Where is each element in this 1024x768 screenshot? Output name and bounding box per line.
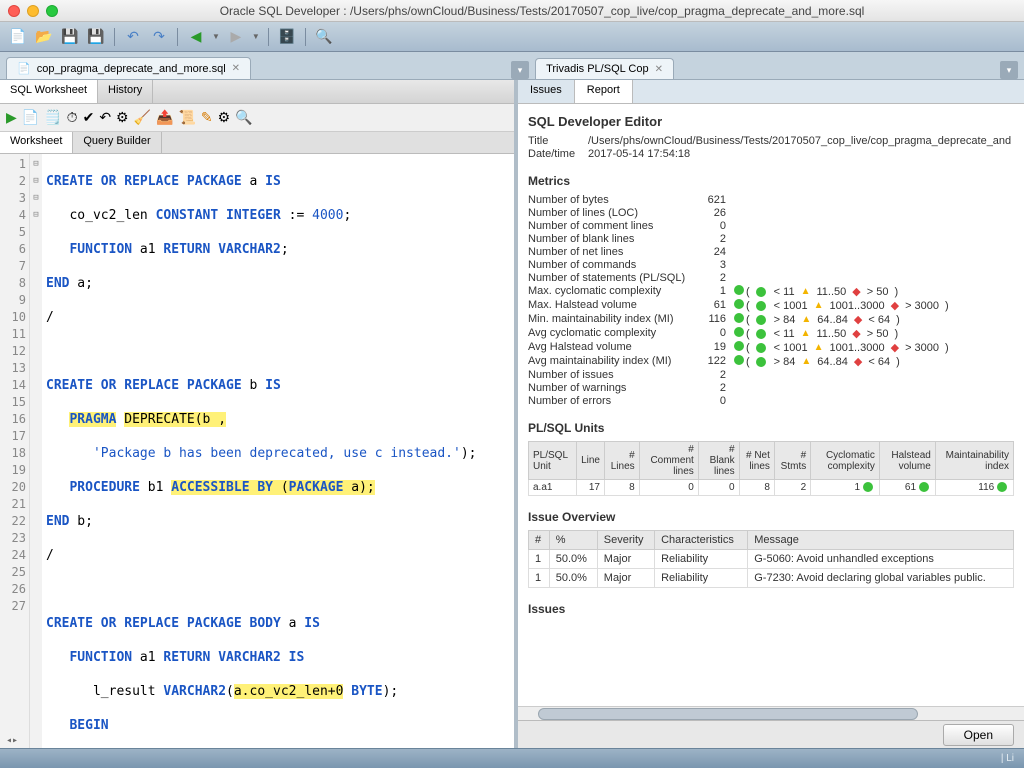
code-body[interactable]: CREATE OR REPLACE PACKAGE a IS co_vc2_le… — [42, 154, 514, 748]
open-folder-icon[interactable]: 📂 — [34, 27, 54, 47]
title-label: Title — [528, 135, 588, 147]
commit-icon[interactable]: ✔ — [83, 109, 95, 126]
find-icon[interactable]: 🔍 — [235, 109, 252, 126]
history-icon[interactable]: 📜 — [178, 109, 195, 126]
file-tab-strip: 📄 cop_pragma_deprecate_and_more.sql ✕ ▾ … — [0, 52, 1024, 80]
worksheet-toolbar: ▶ 📄 🗒️ ⏱ ✔ ↶ ⚙ 🧹 📤 📜 ✎ ⚙ 🔍 — [0, 104, 514, 132]
new-file-icon[interactable]: 📄 — [8, 27, 28, 47]
file-icon: 📄 — [17, 62, 31, 75]
tab-dropdown-icon[interactable]: ▾ — [511, 61, 529, 79]
units-table: PL/SQL Unit Line # Lines # Comment lines… — [528, 441, 1014, 496]
report-pane: Issues Report SQL Developer Editor Title… — [518, 80, 1024, 748]
clear-icon[interactable]: 🧹 — [134, 109, 151, 126]
metrics-heading: Metrics — [528, 170, 1014, 188]
forward-icon[interactable]: ▶ — [226, 27, 246, 47]
dot-green-icon — [734, 355, 744, 365]
window-title: Oracle SQL Developer : /Users/phs/ownClo… — [68, 4, 1016, 18]
status-text: | Li — [1001, 753, 1014, 764]
subtab-history[interactable]: History — [98, 80, 153, 103]
tab-dropdown-icon[interactable]: ▾ — [1000, 61, 1018, 79]
issues-heading: Issues — [528, 598, 1014, 616]
overview-heading: Issue Overview — [528, 506, 1014, 524]
table-row[interactable]: a.a1 17 8 0 0 8 2 1 61 116 — [529, 480, 1014, 496]
status-bar: | Li — [0, 748, 1024, 768]
panel-tab-label: Trivadis PL/SQL Cop — [546, 63, 649, 75]
undo-icon[interactable]: ↶ — [123, 27, 143, 47]
tab-issues[interactable]: Issues — [518, 80, 575, 103]
export-icon[interactable]: 📤 — [156, 109, 173, 126]
subtab-sql-worksheet[interactable]: SQL Worksheet — [0, 80, 98, 103]
editor-subtabs: SQL Worksheet History — [0, 80, 514, 104]
datetime-value: 2017-05-14 17:54:18 — [588, 148, 690, 160]
title-value: /Users/phs/ownCloud/Business/Tests/20170… — [588, 135, 1011, 147]
explain-icon[interactable]: 🗒️ — [44, 109, 61, 126]
dot-green-icon — [734, 299, 744, 309]
close-icon[interactable] — [8, 5, 20, 17]
wstab-query-builder[interactable]: Query Builder — [73, 132, 161, 153]
ws-tabs: Worksheet Query Builder — [0, 132, 514, 154]
file-tab-left[interactable]: 📄 cop_pragma_deprecate_and_more.sql ✕ — [6, 57, 251, 79]
dot-green-icon — [734, 327, 744, 337]
autotrace-icon[interactable]: ⏱ — [67, 109, 78, 126]
wstab-worksheet[interactable]: Worksheet — [0, 132, 73, 153]
window-controls — [8, 5, 58, 17]
panel-tab-right[interactable]: Trivadis PL/SQL Cop ✕ — [535, 58, 674, 79]
code-editor[interactable]: 1234567891011121314151617181920212223242… — [0, 154, 514, 748]
open-button[interactable]: Open — [943, 724, 1014, 746]
main-toolbar: 📄 📂 💾 💾 ↶ ↷ ◀ ▼ ▶ ▼ 🗄️ 🔍 — [0, 22, 1024, 52]
tab-report[interactable]: Report — [575, 80, 633, 103]
options-icon[interactable]: ⚙ — [218, 109, 231, 126]
line-gutter: 1234567891011121314151617181920212223242… — [0, 154, 30, 748]
table-row[interactable]: 1 50.0% Major Reliability G-7230: Avoid … — [529, 569, 1014, 588]
report-body: SQL Developer Editor Title/Users/phs/own… — [518, 104, 1024, 706]
close-tab-icon[interactable]: ✕ — [655, 64, 663, 75]
dot-green-icon — [734, 285, 744, 295]
table-row[interactable]: 1 50.0% Major Reliability G-5060: Avoid … — [529, 550, 1014, 569]
titlebar: Oracle SQL Developer : /Users/phs/ownClo… — [0, 0, 1024, 22]
minimize-icon[interactable] — [27, 5, 39, 17]
binoculars-icon[interactable]: 🔍 — [314, 27, 334, 47]
save-all-icon[interactable]: 💾 — [86, 27, 106, 47]
report-heading: SQL Developer Editor — [528, 114, 1014, 129]
run-icon[interactable]: ▶ — [6, 109, 17, 126]
save-icon[interactable]: 💾 — [60, 27, 80, 47]
close-tab-icon[interactable]: ✕ — [232, 63, 240, 74]
datetime-label: Date/time — [528, 148, 588, 160]
zoom-icon[interactable] — [46, 5, 58, 17]
editor-pane: SQL Worksheet History ▶ 📄 🗒️ ⏱ ✔ ↶ ⚙ 🧹 📤… — [0, 80, 518, 748]
units-heading: PL/SQL Units — [528, 417, 1014, 435]
file-tab-label: cop_pragma_deprecate_and_more.sql — [37, 63, 226, 75]
main-split: SQL Worksheet History ▶ 📄 🗒️ ⏱ ✔ ↶ ⚙ 🧹 📤… — [0, 80, 1024, 748]
dot-green-icon — [734, 341, 744, 351]
horizontal-scrollbar[interactable] — [518, 706, 1024, 720]
scroll-corner-icon: ◂▸ — [6, 735, 18, 746]
back-icon[interactable]: ◀ — [186, 27, 206, 47]
sql-icon[interactable]: 🗄️ — [277, 27, 297, 47]
fold-gutter: ⊟⊟⊟⊟ — [30, 154, 42, 748]
edit-icon[interactable]: ✎ — [201, 109, 213, 126]
overview-table: # % Severity Characteristics Message 1 5… — [528, 530, 1014, 588]
run-script-icon[interactable]: 📄 — [22, 109, 39, 126]
rollback-icon[interactable]: ↶ — [99, 109, 111, 126]
dot-green-icon — [734, 313, 744, 323]
sql-tuning-icon[interactable]: ⚙ — [116, 109, 129, 126]
report-tabs: Issues Report — [518, 80, 1024, 104]
redo-icon[interactable]: ↷ — [149, 27, 169, 47]
report-bottom-bar: Open — [518, 720, 1024, 748]
